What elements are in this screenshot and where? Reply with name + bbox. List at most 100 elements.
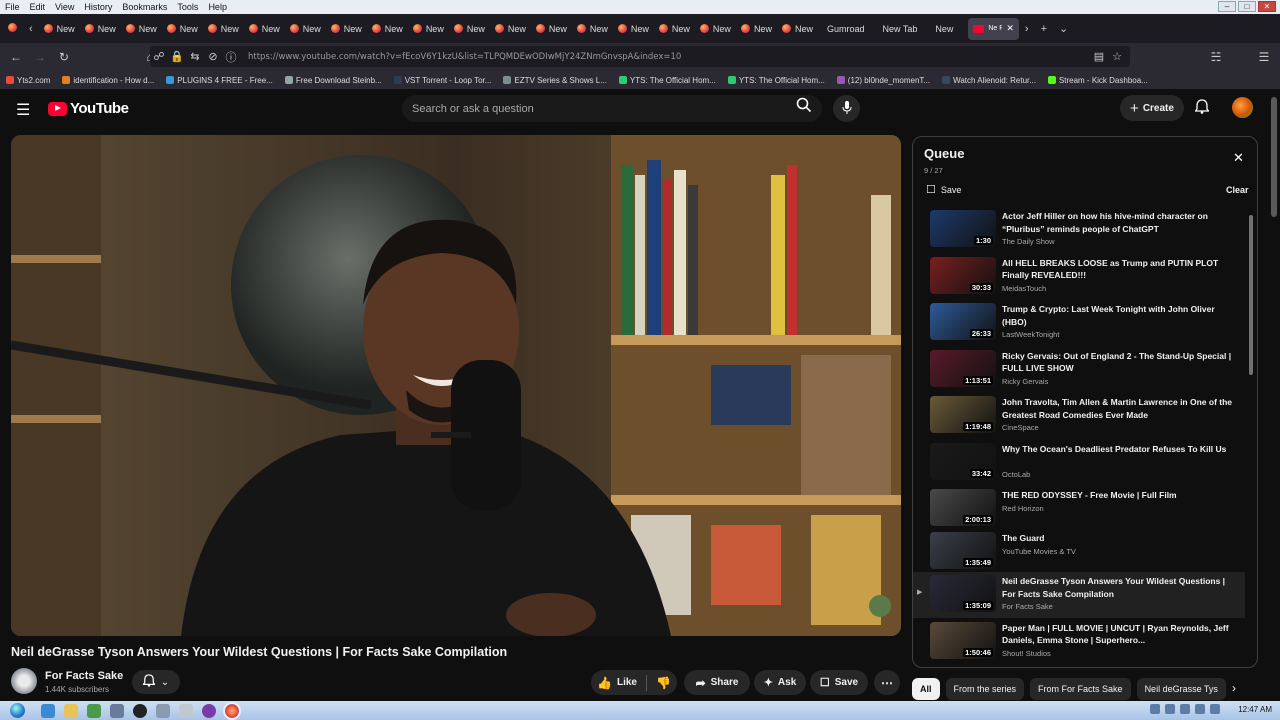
lock-icon[interactable]: 🔒 [168,50,186,63]
browser-tab[interactable]: New [244,14,285,43]
queue-item-thumbnail[interactable]: 1:30 [930,210,996,247]
site-info-icon[interactable]: ⓘ [222,49,240,65]
tray-icon[interactable] [1180,704,1190,714]
tray-icon[interactable] [1195,704,1205,714]
menu-edit[interactable]: Edit [25,0,51,14]
queue-item-title[interactable]: John Travolta, Tim Allen & Martin Lawren… [1002,396,1232,421]
close-tab-icon[interactable]: ✕ [1006,23,1014,34]
queue-item-title[interactable]: Trump & Crypto: Last Week Tonight with J… [1002,303,1232,328]
queue-item[interactable]: 26:33 Trump & Crypto: Last Week Tonight w… [913,300,1245,346]
filter-chip[interactable]: From For Facts Sake [1030,678,1131,700]
taskbar-clock[interactable]: 12:47 AM [1238,705,1272,714]
browser-tab[interactable]: New [367,14,408,43]
taskbar-folder-icon[interactable] [64,703,78,718]
create-button[interactable]: + Create [1120,95,1184,121]
dislike-button[interactable]: 👎 [656,676,671,690]
queue-item[interactable]: 1:19:48 John Travolta, Tim Allen & Martin… [913,393,1245,439]
scroll-tabs-right-icon[interactable]: › [1019,23,1035,35]
queue-item-thumbnail[interactable]: 2:00:13 [930,489,996,526]
queue-item-title[interactable]: All HELL BREAKS LOOSE as Trump and PUTIN… [1002,257,1232,282]
queue-item-title[interactable]: Why The Ocean's Deadliest Predator Refus… [1002,443,1232,456]
channel-avatar[interactable] [11,668,37,694]
taskbar-tool-icon[interactable] [156,703,170,718]
scroll-tabs-left-icon[interactable]: ‹ [23,23,39,35]
browser-tab[interactable]: New [613,14,654,43]
browser-tab[interactable]: New Tab [874,14,927,43]
search-icon[interactable] [792,97,816,121]
close-queue-icon[interactable]: ✕ [1233,150,1244,166]
browser-tab[interactable]: New [39,14,80,43]
browser-tab[interactable]: New [80,14,121,43]
taskbar-firefox-icon[interactable] [223,701,241,720]
forward-icon[interactable]: → [28,50,52,64]
queue-item[interactable]: 1:30 Actor Jeff Hiller on how his hive-mi… [913,207,1245,253]
filter-chip[interactable]: All [912,678,940,700]
bookmark-item[interactable]: Watch Alienoid: Retur... [936,76,1042,85]
guide-menu-icon[interactable]: ☰ [16,100,30,120]
queue-item-thumbnail[interactable]: 1:50:46 [930,621,996,659]
menu-help[interactable]: Help [203,0,232,14]
bookmark-item[interactable]: VST Torrent - Loop Tor... [388,76,498,85]
browser-tab[interactable]: New [531,14,572,43]
menu-tools[interactable]: Tools [172,0,203,14]
browser-tab[interactable]: New [654,14,695,43]
chips-next-icon[interactable]: › [1232,681,1236,695]
queue-item-thumbnail[interactable]: 1:13:51 [930,349,996,387]
address-bar[interactable]: ☍ 🔒 ⇆ ⊘ ⓘ https://www.youtube.com/watch?… [150,46,1130,67]
browser-tab[interactable]: New [449,14,490,43]
browser-tab[interactable]: New [203,14,244,43]
menu-history[interactable]: History [79,0,117,14]
queue-item-title[interactable]: Paper Man | FULL MOVIE | UNCUT | Ryan Re… [1002,622,1232,647]
queue-item[interactable]: 1:50:46 Paper Man | FULL MOVIE | UNCUT | … [913,619,1245,665]
bookmark-item[interactable]: Stream - Kick Dashboa... [1042,76,1154,85]
browser-tab[interactable]: New [408,14,449,43]
reader-view-icon[interactable]: ▤ [1090,50,1108,63]
subscription-button[interactable]: ⌄ [132,670,180,694]
bookmark-item[interactable]: YTS: The Official Hom... [613,76,722,85]
queue-item-now-playing[interactable]: ▶ 1:35:09 Neil deGrasse Tyson Answers Your… [913,572,1245,618]
more-actions-button[interactable]: ⋯ [874,670,900,695]
youtube-logo[interactable]: YouTube [48,100,129,117]
menu-view[interactable]: View [50,0,79,14]
menu-file[interactable]: File [0,0,25,14]
video-player[interactable] [11,135,901,636]
search-input[interactable] [412,102,772,115]
taskbar-purple-icon[interactable] [202,703,216,718]
tray-icon[interactable] [1150,704,1160,714]
queue-save-button[interactable]: ☐ Save [926,183,961,196]
filter-chip[interactable]: Neil deGrasse Tys [1136,678,1226,700]
queue-item-thumbnail[interactable]: 1:35:49 [930,532,996,569]
list-all-tabs-icon[interactable]: ⌄ [1053,22,1074,35]
queue-item-title[interactable]: Neil deGrasse Tyson Answers Your Wildest… [1002,575,1232,600]
queue-item[interactable]: 30:33 All HELL BREAKS LOOSE as Trump and … [913,254,1245,300]
browser-tab[interactable]: New [490,14,531,43]
queue-item[interactable]: 1:35:49 The Guard YouTube Movies & TV [913,529,1245,575]
like-button[interactable]: 👍 Like [597,676,637,690]
browser-tab[interactable]: New [572,14,613,43]
bookmark-item[interactable]: EZTV Series & Shows L... [497,76,612,85]
taskbar-app-icon[interactable] [87,703,101,718]
save-button[interactable]: ☐ Save [810,670,868,695]
shield-icon[interactable]: ☍ [150,50,168,63]
taskbar-blocked-icon[interactable] [179,703,193,718]
bookmark-item[interactable]: identification - How d... [56,76,160,85]
ask-button[interactable]: ✦ Ask [754,670,806,695]
queue-item-thumbnail[interactable]: 26:33 [930,303,996,340]
minimize-button[interactable]: – [1218,1,1236,12]
start-button[interactable] [10,703,25,718]
queue-item-thumbnail[interactable]: 1:35:09 [930,575,996,612]
queue-item-thumbnail[interactable]: 30:33 [930,256,996,294]
app-menu-icon[interactable]: ☰ [1252,50,1276,64]
browser-tab[interactable]: New [162,14,203,43]
tab-list-icon[interactable] [0,22,23,35]
url-text[interactable]: https://www.youtube.com/watch?v=fEcoV6Y1… [248,52,681,62]
queue-item-title[interactable]: The Guard [1002,532,1232,545]
bookmark-item[interactable]: YTS: The Official Hom... [722,76,831,85]
bookmark-item[interactable]: (12) bl0nde_momenT... [831,76,936,85]
queue-item[interactable]: 1:13:51 Ricky Gervais: Out of England 2 -… [913,347,1245,393]
reload-icon[interactable]: ↻ [52,50,76,64]
channel-name[interactable]: For Facts Sake [45,670,123,682]
new-tab-icon[interactable]: + [1035,23,1053,35]
bookmark-item[interactable]: PLUGINS 4 FREE - Free... [160,76,279,85]
browser-tab[interactable]: New [926,14,962,43]
